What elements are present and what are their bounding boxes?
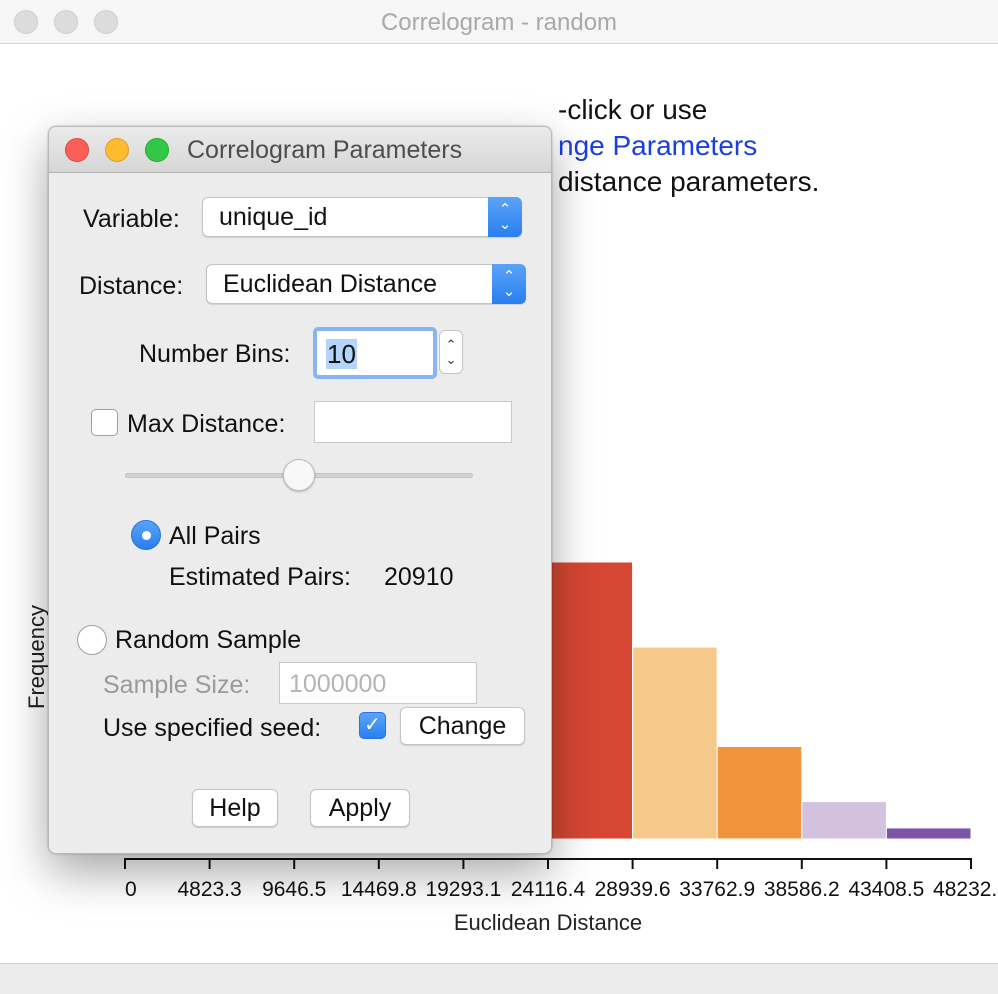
number-bins-label: Number Bins: [139, 340, 291, 368]
random-sample-label: Random Sample [115, 626, 302, 654]
sample-size-input[interactable]: 1000000 [279, 662, 477, 704]
variable-label: Variable: [83, 205, 180, 233]
sample-size-value: 1000000 [289, 670, 387, 698]
number-bins-value: 10 [326, 339, 357, 369]
x-tick-label: 19293.1 [425, 878, 501, 901]
dialog-zoom-button[interactable] [145, 138, 169, 162]
x-tick-label: 4823.3 [177, 878, 241, 901]
updown-chevron-icon: ⌃ ⌄ [488, 197, 522, 237]
dialog-titlebar[interactable]: Correlogram Parameters [49, 127, 551, 173]
x-tick-label: 38586.2 [764, 878, 840, 901]
x-tick-label: 43408.5 [848, 878, 924, 901]
status-bar [0, 963, 998, 994]
histogram-bar [547, 561, 634, 840]
histogram-bar [632, 646, 718, 840]
help-button[interactable]: Help [192, 789, 278, 827]
change-seed-button[interactable]: Change [400, 707, 525, 745]
checkmark-icon: ✓ [364, 714, 381, 736]
x-tick-label: 48232.7 [933, 878, 998, 901]
x-axis-title: Euclidean Distance [454, 910, 642, 935]
max-distance-checkbox[interactable] [91, 409, 118, 436]
distance-label: Distance: [79, 272, 184, 300]
y-axis-title: Frequency [24, 605, 49, 709]
updown-chevron-icon: ⌃ ⌄ [492, 264, 526, 304]
max-distance-label: Max Distance: [127, 410, 286, 438]
max-distance-slider-knob[interactable] [283, 459, 315, 491]
random-sample-radio[interactable] [77, 625, 107, 655]
dialog-close-button[interactable] [65, 138, 89, 162]
variable-select-value: unique_id [219, 203, 328, 231]
x-tick-label: 0 [125, 878, 137, 901]
dialog-minimize-button[interactable] [105, 138, 129, 162]
all-pairs-label: All Pairs [169, 522, 261, 550]
apply-button[interactable]: Apply [310, 789, 410, 827]
number-bins-stepper[interactable]: ⌃ ⌄ [439, 330, 463, 374]
sample-size-label: Sample Size: [103, 671, 251, 699]
histogram-bar [885, 827, 972, 840]
histogram-bar [716, 745, 803, 840]
estimated-pairs-value: 20910 [384, 563, 454, 591]
x-tick-label: 9646.5 [262, 878, 326, 901]
x-tick-label: 14469.8 [341, 878, 417, 901]
number-bins-input[interactable]: 10 [313, 327, 437, 379]
dialog-title: Correlogram Parameters [187, 136, 463, 164]
distance-select[interactable]: Euclidean Distance ⌃ ⌄ [206, 264, 526, 304]
x-tick-label: 28939.6 [595, 878, 671, 901]
x-tick-label: 24116.4 [511, 878, 586, 901]
all-pairs-radio[interactable] [131, 520, 161, 550]
variable-select[interactable]: unique_id ⌃ ⌄ [202, 197, 522, 237]
seed-checkbox[interactable]: ✓ [359, 712, 386, 739]
estimated-pairs-label: Estimated Pairs: [169, 563, 352, 591]
correlogram-parameters-dialog: Correlogram Parameters Variable: unique_… [48, 126, 552, 854]
histogram-bar [801, 801, 887, 840]
seed-label: Use specified seed: [103, 714, 322, 742]
x-tick-label: 33762.9 [679, 878, 755, 901]
distance-select-value: Euclidean Distance [223, 270, 438, 298]
max-distance-input[interactable] [314, 401, 512, 443]
